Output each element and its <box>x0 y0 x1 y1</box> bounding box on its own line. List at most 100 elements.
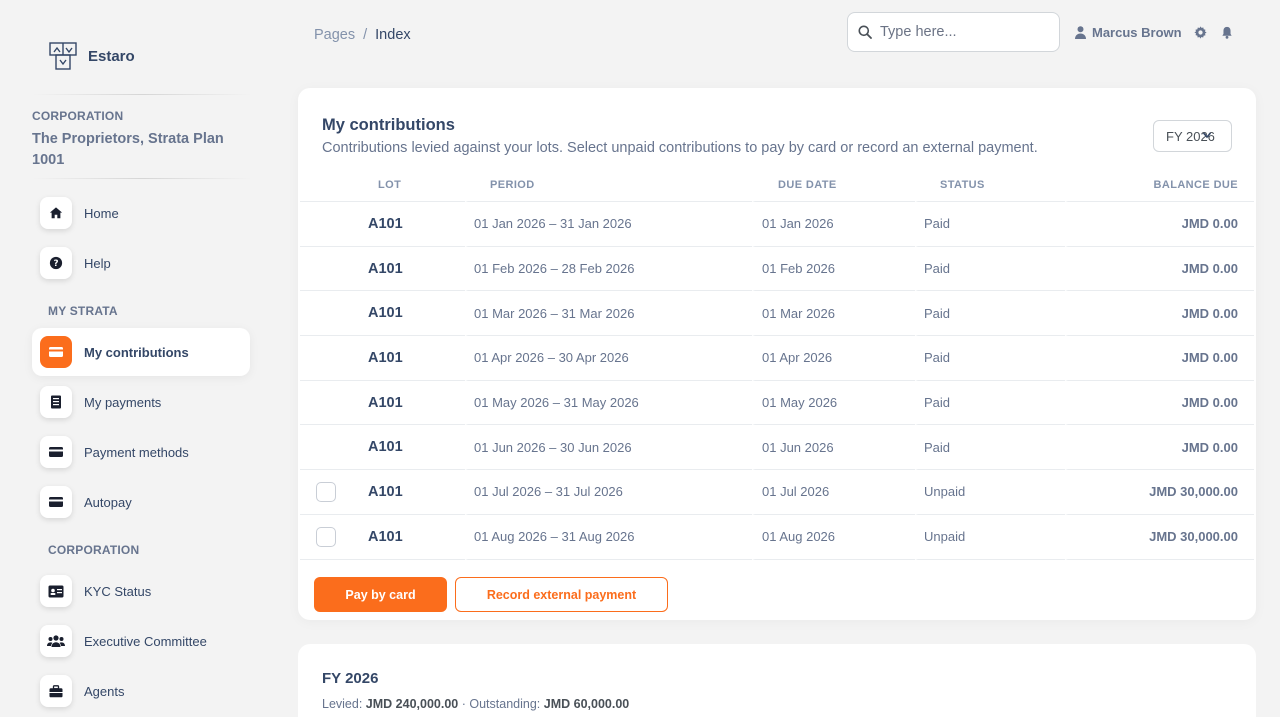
status-cell: Paid <box>915 291 1065 337</box>
svg-text:?: ? <box>53 259 58 269</box>
period-cell: 01 Mar 2026 – 31 Mar 2026 <box>465 291 752 337</box>
status-cell: Paid <box>915 246 1065 292</box>
select-column-header <box>300 168 364 202</box>
card-title: My contributions <box>322 116 455 134</box>
row-select-cell <box>300 336 364 381</box>
sidebar-item-label: Agents <box>84 683 125 699</box>
sidebar-item-payment-methods[interactable]: Payment methods <box>32 428 250 476</box>
balance-cell: JMD 0.00 <box>1065 291 1254 337</box>
table-row[interactable]: A101 01 Aug 2026 – 31 Aug 2026 01 Aug 2026… <box>300 514 1254 560</box>
due-date-cell: 01 Jan 2026 <box>752 202 915 247</box>
column-header-period: PERIOD <box>465 168 752 202</box>
section-label-corporation: CORPORATION <box>48 543 140 557</box>
help-icon: ? <box>40 247 72 279</box>
lot-cell: A101 <box>364 425 465 471</box>
sidebar-item-kyc-status[interactable]: KYC Status <box>32 567 250 615</box>
balance-cell: JMD 30,000.00 <box>1065 514 1254 560</box>
search-input[interactable] <box>880 24 1040 40</box>
row-select-cell <box>300 381 364 426</box>
column-header-status: STATUS <box>915 168 1065 202</box>
bell-icon[interactable] <box>1220 25 1234 39</box>
column-header-lot: LOT <box>364 168 465 202</box>
fiscal-year-select[interactable]: FY 2026 <box>1153 120 1232 152</box>
record-external-payment-button[interactable]: Record external payment <box>455 577 668 612</box>
balance-cell: JMD 0.00 <box>1065 246 1254 292</box>
row-select-cell <box>300 291 364 337</box>
table-row: A101 01 Mar 2026 – 31 Mar 2026 01 Mar 2026… <box>300 291 1254 337</box>
lot-cell: A101 <box>364 470 465 515</box>
sidebar-item-agents[interactable]: Agents <box>32 667 250 715</box>
levied-value: JMD 240,000.00 <box>365 697 459 711</box>
period-cell: 01 May 2026 – 31 May 2026 <box>465 380 752 426</box>
sidebar-item-executive-committee[interactable]: Executive Committee <box>32 617 250 665</box>
sidebar-item-help[interactable]: ? Help <box>32 239 250 287</box>
breadcrumb-root[interactable]: Pages <box>314 27 355 43</box>
table-row: A101 01 Jan 2026 – 31 Jan 2026 01 Jan 2026… <box>300 202 1254 247</box>
sidebar-item-my-contributions[interactable]: My contributions <box>32 328 250 376</box>
balance-cell: JMD 0.00 <box>1065 202 1254 247</box>
table-row: A101 01 May 2026 – 31 May 2026 01 May 2026… <box>300 380 1254 426</box>
status-cell: Unpaid <box>915 514 1065 560</box>
home-icon <box>40 197 72 229</box>
sidebar-item-label: KYC Status <box>84 583 152 599</box>
row-checkbox[interactable] <box>316 481 336 502</box>
summary-separator: · <box>461 697 466 711</box>
status-cell: Paid <box>915 425 1065 471</box>
due-date-cell: 01 Feb 2026 <box>752 246 915 292</box>
table-row: A101 01 Feb 2026 – 28 Feb 2026 01 Feb 2026… <box>300 246 1254 292</box>
card-subtitle: Contributions levied against your lots. … <box>322 140 1038 156</box>
period-cell: 01 Jul 2026 – 31 Jul 2026 <box>465 470 752 515</box>
sidebar-item-label: My contributions <box>84 344 189 360</box>
levied-label: Levied: <box>322 697 363 711</box>
user-name: Marcus Brown <box>1092 25 1182 40</box>
lot-cell: A101 <box>364 247 465 292</box>
balance-cell: JMD 30,000.00 <box>1065 470 1254 515</box>
sidebar-item-label: Help <box>84 255 111 271</box>
sidebar-item-label: Home <box>84 205 119 221</box>
row-select-cell <box>300 247 364 292</box>
outstanding-label: Outstanding: <box>469 697 541 711</box>
user-icon <box>1075 26 1086 39</box>
due-date-cell: 01 May 2026 <box>752 380 915 426</box>
summary-title: FY 2026 <box>322 670 379 687</box>
pay-by-card-button[interactable]: Pay by card <box>314 577 447 612</box>
due-date-cell: 01 Apr 2026 <box>752 336 915 381</box>
table-row[interactable]: A101 01 Jul 2026 – 31 Jul 2026 01 Jul 2026… <box>300 470 1254 515</box>
user-menu[interactable]: Marcus Brown <box>1075 25 1182 40</box>
period-cell: 01 Jun 2026 – 30 Jun 2026 <box>465 425 752 471</box>
receipt-icon <box>40 386 72 418</box>
card-icon <box>40 486 72 518</box>
row-select-cell[interactable] <box>300 515 364 560</box>
id-card-icon <box>40 575 72 607</box>
row-select-cell <box>300 202 364 247</box>
period-cell: 01 Apr 2026 – 30 Apr 2026 <box>465 336 752 381</box>
sidebar-item-label: My payments <box>84 394 162 410</box>
table-row: A101 01 Jun 2026 – 30 Jun 2026 01 Jun 2026… <box>300 425 1254 471</box>
sidebar-item-label: Autopay <box>84 494 132 510</box>
card-icon <box>40 336 72 368</box>
summary-line: Levied: JMD 240,000.00 · Outstanding: JM… <box>322 697 629 711</box>
breadcrumb-current: Index <box>375 27 411 43</box>
sidebar-item-my-payments[interactable]: My payments <box>32 378 250 426</box>
divider <box>32 178 252 179</box>
sidebar-item-autopay[interactable]: Autopay <box>32 478 250 526</box>
column-header-due-date: DUE DATE <box>752 168 915 202</box>
breadcrumb-separator: / <box>363 27 368 43</box>
row-checkbox[interactable] <box>316 526 336 547</box>
section-label-my-strata: MY STRATA <box>48 304 118 318</box>
contributions-card: My contributions Contributions levied ag… <box>298 88 1256 620</box>
logo-icon <box>49 42 77 70</box>
search-box[interactable] <box>847 12 1060 52</box>
status-cell: Unpaid <box>915 470 1065 515</box>
status-cell: Paid <box>915 202 1065 247</box>
lot-cell: A101 <box>364 381 465 426</box>
period-cell: 01 Aug 2026 – 31 Aug 2026 <box>465 514 752 560</box>
summary-card: FY 2026 Levied: JMD 240,000.00 · Outstan… <box>298 644 1256 717</box>
brand-name: Estaro <box>88 47 135 65</box>
brand[interactable]: Estaro <box>48 40 135 72</box>
status-cell: Paid <box>915 380 1065 426</box>
gear-icon[interactable] <box>1193 25 1207 39</box>
corporation-name: The Proprietors, Strata Plan 1001 <box>32 131 224 168</box>
row-select-cell[interactable] <box>300 470 364 515</box>
sidebar-item-home[interactable]: Home <box>32 189 250 237</box>
